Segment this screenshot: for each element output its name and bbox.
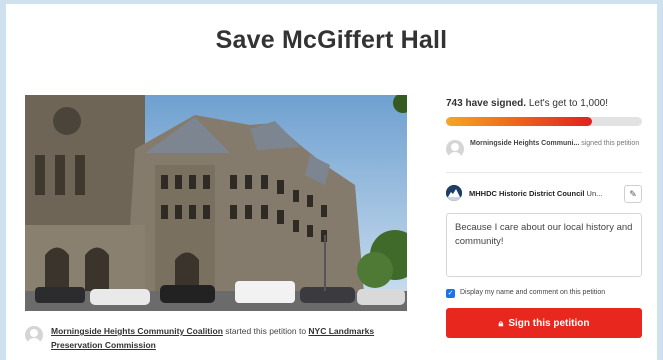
comment-textarea[interactable]: Because I care about our local history a…: [446, 213, 642, 277]
avatar: [25, 326, 43, 344]
display-checkbox-label: Display my name and comment on this peti…: [460, 289, 606, 296]
avatar-head: [30, 329, 38, 337]
avatar-body: [448, 152, 462, 158]
goal-text: Let's get to 1,000!: [526, 98, 609, 109]
recent-signer-text: Morningside Heights Communi... signed th…: [470, 139, 642, 149]
avatar-head: [451, 143, 459, 151]
starter-text: Morningside Heights Community Coalition …: [51, 324, 391, 352]
avatar-body: [27, 338, 41, 344]
signature-count: 743 have signed. Let's get to 1,000!: [446, 98, 608, 109]
recent-signer-avatar: [446, 140, 464, 158]
recent-signer-action: signed this petition: [579, 140, 640, 147]
building-photo-icon: [25, 95, 407, 311]
signed-count-text: 743 have signed.: [446, 98, 527, 109]
page-title: Save McGiffert Hall: [215, 26, 448, 54]
target-name: MHHDC Historic District Council Un...: [469, 189, 619, 198]
sign-petition-button[interactable]: 🔒︎ Sign this petition: [446, 308, 642, 338]
progress-bar: [446, 117, 642, 126]
petition-photo: [25, 95, 407, 311]
target-name-suffix: Un...: [584, 189, 603, 198]
lock-icon: 🔒︎: [498, 318, 504, 328]
edit-icon[interactable]: ✎: [624, 185, 642, 203]
starter-middle-text: started this petition to: [222, 326, 309, 336]
display-name-option[interactable]: ✓ Display my name and comment on this pe…: [446, 288, 644, 300]
mhhdc-logo-icon: [446, 185, 462, 201]
petition-page: Save McGiffert Hall Morningside Heights …: [6, 4, 657, 360]
divider: [446, 172, 642, 173]
petition-target: MHHDC Historic District Council Un... ✎: [446, 185, 644, 203]
recent-signer: Morningside Heights Communi... signed th…: [446, 139, 644, 163]
petition-starter: Morningside Heights Community Coalition …: [25, 324, 407, 356]
target-name-bold: MHHDC Historic District Council: [469, 189, 585, 198]
starter-org-link[interactable]: Morningside Heights Community Coalition: [51, 326, 223, 336]
sign-panel: 743 have signed. Let's get to 1,000! Mor…: [444, 95, 644, 355]
display-checkbox[interactable]: ✓: [446, 289, 455, 298]
sign-button-label: Sign this petition: [508, 318, 590, 329]
progress-fill: [446, 117, 592, 126]
recent-signer-name: Morningside Heights Communi...: [470, 140, 580, 147]
